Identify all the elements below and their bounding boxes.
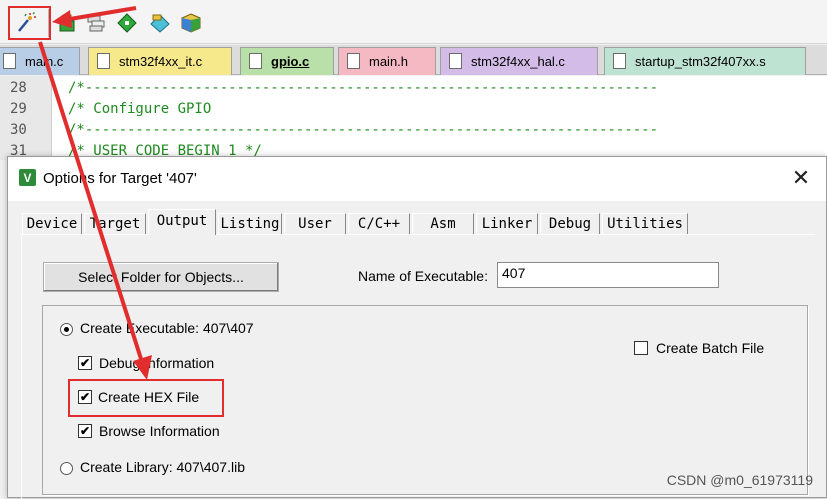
- code-line: /* Configure GPIO: [68, 101, 212, 117]
- tab-user[interactable]: User: [284, 213, 346, 235]
- tab-linker[interactable]: Linker: [476, 213, 538, 235]
- tab-target[interactable]: Target: [84, 213, 146, 235]
- file-tab-label: stm32f4xx_it.c: [119, 54, 203, 69]
- browse-information-checkbox[interactable]: ✔: [78, 424, 92, 438]
- dialog-title-bar[interactable]: V Options for Target '407' ✕: [8, 157, 826, 201]
- file-icon: [613, 53, 626, 69]
- tab-device[interactable]: Device: [22, 213, 82, 235]
- download-diamond-icon[interactable]: [147, 10, 173, 36]
- debug-information-checkbox[interactable]: ✔: [78, 356, 92, 370]
- watermark: CSDN @m0_61973119: [666, 472, 813, 488]
- name-of-executable-label: Name of Executable:: [358, 268, 488, 284]
- tab-debug[interactable]: Debug: [540, 213, 600, 235]
- browse-information-label: Browse Information: [99, 423, 220, 439]
- dialog-title: Options for Target '407': [43, 170, 197, 187]
- file-tab-stm32f4xx-it-c[interactable]: stm32f4xx_it.c: [88, 47, 232, 75]
- create-batch-file-label: Create Batch File: [656, 340, 765, 356]
- file-icon: [3, 53, 16, 69]
- line-number: 29: [10, 101, 27, 117]
- create-library-radio[interactable]: [60, 462, 73, 475]
- file-tab-label: main.h: [369, 54, 409, 69]
- file-icon: [97, 53, 110, 69]
- code-line: /*--------------------------------------…: [68, 80, 659, 96]
- file-tab-stm32f4xx-hal-c[interactable]: stm32f4xx_hal.c: [440, 47, 598, 75]
- output-options-group: Create Executable: 407\407 ✔ Debug Infor…: [42, 305, 808, 495]
- file-tab-label: gpio.c: [271, 54, 310, 69]
- tab-listing[interactable]: Listing: [218, 213, 282, 235]
- create-library-label: Create Library: 407\407.lib: [80, 459, 245, 475]
- file-tab-label: startup_stm32f407xx.s: [635, 54, 766, 69]
- create-hex-highlight-box: [68, 379, 224, 417]
- file-tab-startup-s[interactable]: startup_stm32f407xx.s: [604, 47, 806, 75]
- file-icon: [449, 53, 462, 69]
- toolbar: [0, 0, 827, 44]
- file-tab-label: main.c: [25, 54, 64, 69]
- keil-app-icon: V: [19, 169, 36, 186]
- select-folder-button[interactable]: Select Folder for Objects...: [43, 262, 279, 292]
- line-number: 30: [10, 122, 27, 138]
- output-tab-panel: Select Folder for Objects... Name of Exe…: [21, 234, 815, 499]
- file-tab-main-h[interactable]: main.h: [338, 47, 436, 75]
- tab-utilities[interactable]: Utilities: [602, 213, 688, 235]
- tab-asm[interactable]: Asm: [412, 213, 474, 235]
- file-tab-label: stm32f4xx_hal.c: [471, 54, 565, 69]
- create-executable-label: Create Executable: 407\407: [80, 320, 254, 336]
- close-icon[interactable]: ✕: [788, 165, 814, 191]
- stacked-windows-icon[interactable]: [83, 10, 109, 36]
- create-batch-file-checkbox[interactable]: [634, 341, 648, 355]
- code-editor[interactable]: 28 /*-----------------------------------…: [0, 76, 827, 160]
- line-number: 28: [10, 80, 27, 96]
- create-executable-radio[interactable]: [60, 323, 73, 336]
- toolbar-separator: [48, 9, 49, 37]
- file-tab-main-c[interactable]: main.c: [0, 47, 80, 75]
- file-tab-gpio-c[interactable]: gpio.c: [240, 47, 334, 75]
- file-icon: [249, 53, 262, 69]
- green-diamond-icon[interactable]: [114, 10, 140, 36]
- tab-output[interactable]: Output: [148, 209, 216, 235]
- debug-information-label: Debug Information: [99, 355, 215, 371]
- build-target-icon[interactable]: [54, 10, 80, 36]
- code-line: /*--------------------------------------…: [68, 122, 659, 138]
- file-icon: [347, 53, 360, 69]
- tab-c-cpp[interactable]: C/C++: [348, 213, 410, 235]
- options-cube-icon[interactable]: [178, 10, 204, 36]
- toolbar-highlight-box: [8, 6, 51, 40]
- file-tab-bar: main.c stm32f4xx_it.c gpio.c main.h stm3…: [0, 45, 827, 75]
- name-of-executable-input[interactable]: 407: [497, 262, 719, 288]
- options-dialog: V Options for Target '407' ✕ Device Targ…: [7, 156, 827, 499]
